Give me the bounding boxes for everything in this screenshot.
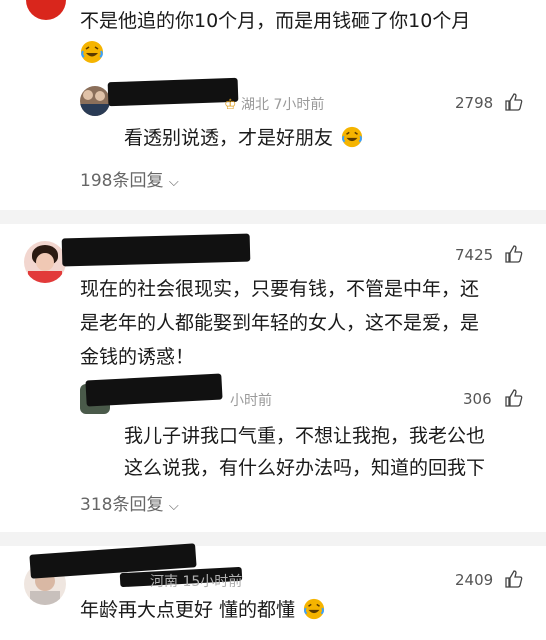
divider [0,532,546,546]
vip-badge-icon: ♔ [224,97,237,113]
comment-text: 不是他追的你10个月，而是用钱砸了你10个月 [80,5,470,37]
like-count: 2409 [455,571,494,589]
thumb-up-icon[interactable] [504,92,524,112]
laugh-cry-emoji [304,598,325,620]
reply-line: 我儿子讲我口气重，不想让我抱，我老公也 [124,425,486,447]
comment-text: 现在的社会很现实，只要有钱，不管是中年，还 是老年的人都能娶到年轻的女人，这不是… [80,272,479,374]
comment-text-content: 不是他追的你10个月，而是用钱砸了你10个月 [80,10,471,32]
like-count: 306 [463,390,492,408]
reply-location-time: ♔ 湖北 7小时前 [224,94,324,114]
thumb-up-icon[interactable] [504,244,524,264]
comment-meta: 河南 15小时前 [150,574,243,590]
view-replies-button[interactable]: 318条回复 ⌵ [80,490,179,515]
view-replies-label: 318条回复 [80,495,164,515]
chevron-down-icon: ⌵ [168,175,179,190]
reply-time: 小时前 [230,393,272,409]
comment-line: 金钱的诱惑！ [80,346,195,368]
comment-text-content: 年龄再大点更好 懂的都懂 [80,599,296,621]
chevron-down-icon: ⌵ [168,499,179,514]
view-replies-button[interactable]: 198条回复 ⌵ [80,166,179,191]
view-replies-label: 198条回复 [80,171,164,191]
laugh-cry-emoji [81,41,103,63]
comment-line: 是老年的人都能娶到年轻的女人，这不是爱，是 [80,312,480,334]
like-count: 7425 [455,246,494,264]
comment-text: 年龄再大点更好 懂的都懂 [80,594,325,626]
location-time: 湖北 7小时前 [241,97,325,113]
divider [0,210,546,224]
reply-avatar[interactable] [80,86,110,116]
thumb-up-icon[interactable] [504,388,524,408]
redacted-username [107,77,239,107]
reply-text-content: 看透别说透，才是好朋友 [124,127,334,149]
laugh-cry-emoji [341,126,363,148]
redacted-username [85,373,223,407]
reply-line: 这么说我，有什么好办法吗，知道的回我下 [124,457,486,479]
redacted-username [61,233,251,267]
reply-text: 看透别说透，才是好朋友 [124,122,363,154]
avatar[interactable] [24,241,66,283]
avatar[interactable] [26,0,66,20]
comment-line: 现在的社会很现实，只要有钱，不管是中年，还 [80,278,480,300]
reply-text: 我儿子讲我口气重，不想让我抱，我老公也 这么说我，有什么好办法吗，知道的回我下 [124,420,485,484]
thumb-up-icon[interactable] [504,569,524,589]
like-count: 2798 [455,94,494,112]
